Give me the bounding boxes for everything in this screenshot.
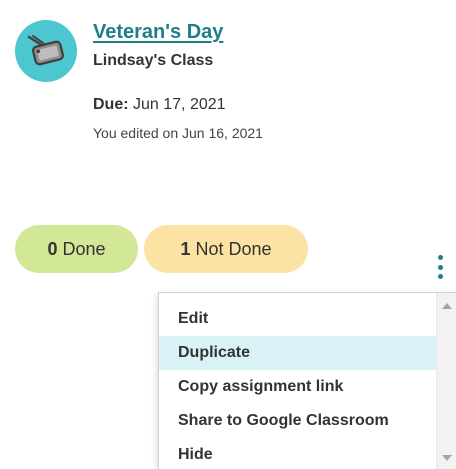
done-label: Done bbox=[62, 238, 106, 259]
menu-item-edit[interactable]: Edit bbox=[159, 302, 437, 336]
due-label: Due: bbox=[93, 96, 129, 113]
options-menu: Edit Duplicate Copy assignment link Shar… bbox=[158, 292, 456, 469]
options-menu-list: Edit Duplicate Copy assignment link Shar… bbox=[159, 302, 437, 469]
assignment-title-link[interactable]: Veteran's Day bbox=[93, 21, 223, 44]
due-date-value: Jun 17, 2021 bbox=[133, 96, 226, 113]
not-done-status-button[interactable]: 1 Not Done bbox=[144, 225, 308, 273]
not-done-count: 1 bbox=[180, 238, 191, 259]
menu-item-hide[interactable]: Hide bbox=[159, 438, 437, 469]
kebab-dot bbox=[437, 255, 443, 260]
due-date: Due: Jun 17, 2021 bbox=[93, 96, 226, 114]
done-count: 0 bbox=[47, 238, 58, 259]
scroll-down-arrow-icon[interactable] bbox=[442, 455, 452, 461]
menu-item-duplicate[interactable]: Duplicate bbox=[159, 336, 437, 370]
class-name: Lindsay's Class bbox=[93, 52, 214, 69]
kebab-dot bbox=[437, 264, 443, 270]
not-done-label: Not Done bbox=[195, 238, 272, 259]
more-options-button[interactable] bbox=[433, 255, 447, 279]
menu-item-copy-assignment-link[interactable]: Copy assignment link bbox=[159, 370, 437, 404]
kebab-dot bbox=[437, 274, 443, 279]
done-status-button[interactable]: 0 Done bbox=[15, 225, 138, 273]
menu-item-share-to-google-classroom[interactable]: Share to Google Classroom bbox=[159, 404, 437, 438]
scroll-up-arrow-icon[interactable] bbox=[442, 303, 452, 309]
edited-text: You edited on Jun 16, 2021 bbox=[93, 125, 263, 141]
assignment-avatar bbox=[15, 20, 77, 82]
menu-scrollbar[interactable] bbox=[436, 293, 456, 469]
dog-tag-icon bbox=[27, 35, 65, 66]
